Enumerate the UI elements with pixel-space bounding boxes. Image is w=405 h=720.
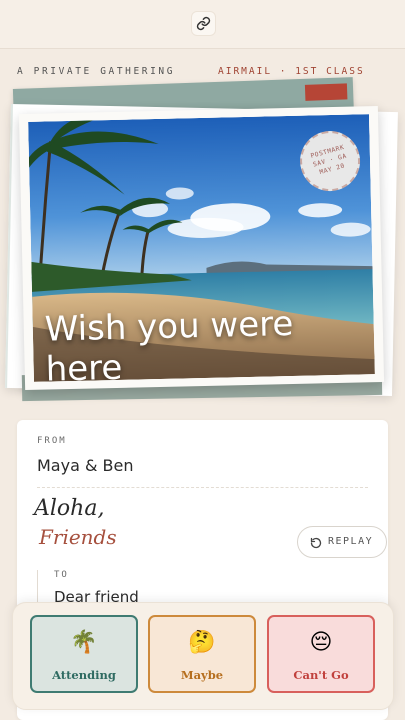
rsvp-maybe-button[interactable]: 🤔 Maybe — [148, 615, 256, 693]
rsvp-tray: 🌴 Attending 🤔 Maybe 😔 Can't Go — [12, 602, 394, 710]
divider — [37, 487, 368, 488]
eyebrow-text: A PRIVATE GATHERING — [17, 66, 176, 77]
palm-tree-icon: 🌴 — [70, 630, 98, 655]
airmail-stripe — [304, 83, 348, 101]
postcard[interactable]: Wish you were here POSTMARK SAV · GA MAY… — [18, 105, 385, 391]
airmail-label: AIRMAIL · 1ST CLASS — [218, 66, 365, 77]
sender-name: Maya & Ben — [37, 456, 134, 475]
copy-link-button[interactable] — [191, 11, 216, 36]
greeting-line: Friends — [39, 525, 117, 549]
to-label: TO — [54, 570, 69, 580]
rsvp-cant-go-button[interactable]: 😔 Can't Go — [267, 615, 375, 693]
top-bar — [0, 0, 405, 49]
rsvp-label: Maybe — [180, 668, 224, 682]
postcard-headline: Wish you were here — [44, 303, 294, 382]
thinking-face-icon: 🤔 — [188, 630, 216, 655]
rsvp-attending-button[interactable]: 🌴 Attending — [30, 615, 138, 693]
rsvp-label: Attending — [52, 668, 116, 682]
beach-photo: Wish you were here POSTMARK SAV · GA MAY… — [28, 114, 375, 382]
from-label: FROM — [37, 436, 67, 446]
replay-label: REPLAY — [328, 536, 374, 547]
pensive-face-icon: 😔 — [309, 630, 333, 655]
link-icon — [196, 16, 211, 31]
replay-button[interactable]: REPLAY — [297, 526, 387, 558]
rsvp-label: Can't Go — [293, 668, 349, 682]
replay-icon — [310, 537, 322, 549]
greeting-line: Aloha, — [34, 496, 105, 521]
